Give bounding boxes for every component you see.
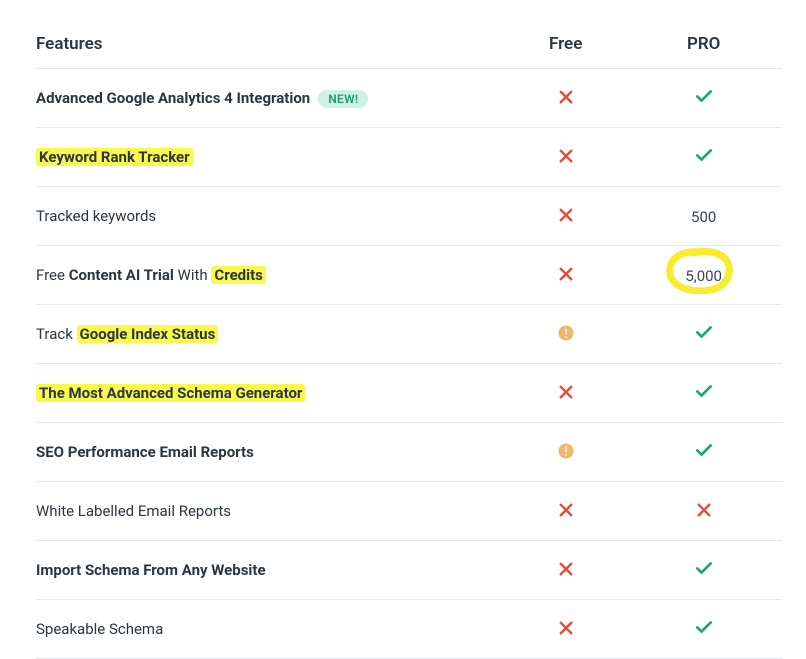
check-icon — [694, 440, 714, 460]
cross-icon — [556, 618, 576, 638]
pro-value: 500 — [691, 208, 716, 226]
free-cell — [506, 305, 625, 364]
check-icon — [694, 322, 714, 342]
cross-icon — [556, 87, 576, 107]
pro-cell: 5,000 — [625, 246, 782, 305]
free-cell — [506, 187, 625, 246]
pro-cell — [625, 482, 782, 541]
col-header-pro: PRO — [625, 20, 782, 69]
free-cell — [506, 482, 625, 541]
free-cell — [506, 128, 625, 187]
feature-label: SEO Performance Email Reports — [36, 443, 254, 461]
free-cell — [506, 69, 625, 128]
table-row: Tracked keywords 500 — [36, 187, 782, 246]
feature-label: Tracked keywords — [36, 207, 156, 225]
check-icon — [694, 145, 714, 165]
col-header-features: Features — [36, 20, 506, 69]
pro-cell — [625, 423, 782, 482]
check-icon — [694, 86, 714, 106]
check-icon — [694, 381, 714, 401]
cross-icon — [556, 205, 576, 225]
table-row: The Most Advanced Schema Generator — [36, 364, 782, 423]
free-cell — [506, 541, 625, 600]
feature-label: Speakable Schema — [36, 620, 163, 638]
feature-label: White Labelled Email Reports — [36, 502, 231, 520]
new-badge: NEW! — [318, 90, 368, 108]
feature-label: Free Content AI Trial With Credits — [36, 266, 266, 284]
cross-icon — [556, 146, 576, 166]
table-row: Speakable Schema — [36, 600, 782, 659]
warning-icon — [556, 441, 576, 461]
free-cell — [506, 246, 625, 305]
table-row: Advanced Google Analytics 4 Integration N… — [36, 69, 782, 128]
table-row: Free Content AI Trial With Credits 5,000 — [36, 246, 782, 305]
free-cell — [506, 423, 625, 482]
features-comparison-table: Features Free PRO Advanced Google Analyt… — [36, 20, 782, 659]
pro-cell — [625, 364, 782, 423]
table-row: Track Google Index Status — [36, 305, 782, 364]
pro-cell: 500 — [625, 187, 782, 246]
pro-cell — [625, 600, 782, 659]
feature-label: Advanced Google Analytics 4 Integration — [36, 89, 310, 107]
free-cell — [506, 364, 625, 423]
table-row: Import Schema From Any Website — [36, 541, 782, 600]
pro-cell — [625, 69, 782, 128]
table-row: White Labelled Email Reports — [36, 482, 782, 541]
cross-icon — [556, 559, 576, 579]
check-icon — [694, 617, 714, 637]
feature-label: Keyword Rank Tracker — [36, 148, 193, 166]
pro-cell — [625, 541, 782, 600]
pro-value: 5,000 — [685, 267, 722, 285]
free-cell — [506, 600, 625, 659]
pro-cell — [625, 128, 782, 187]
table-row: Keyword Rank Tracker — [36, 128, 782, 187]
warning-icon — [556, 323, 576, 343]
col-header-free: Free — [506, 20, 625, 69]
table-row: SEO Performance Email Reports — [36, 423, 782, 482]
cross-icon — [556, 500, 576, 520]
cross-icon — [556, 382, 576, 402]
cross-icon — [694, 500, 714, 520]
cross-icon — [556, 264, 576, 284]
feature-label: The Most Advanced Schema Generator — [36, 384, 305, 402]
feature-label: Import Schema From Any Website — [36, 561, 266, 579]
feature-label: Track Google Index Status — [36, 325, 218, 343]
check-icon — [694, 558, 714, 578]
pro-cell — [625, 305, 782, 364]
